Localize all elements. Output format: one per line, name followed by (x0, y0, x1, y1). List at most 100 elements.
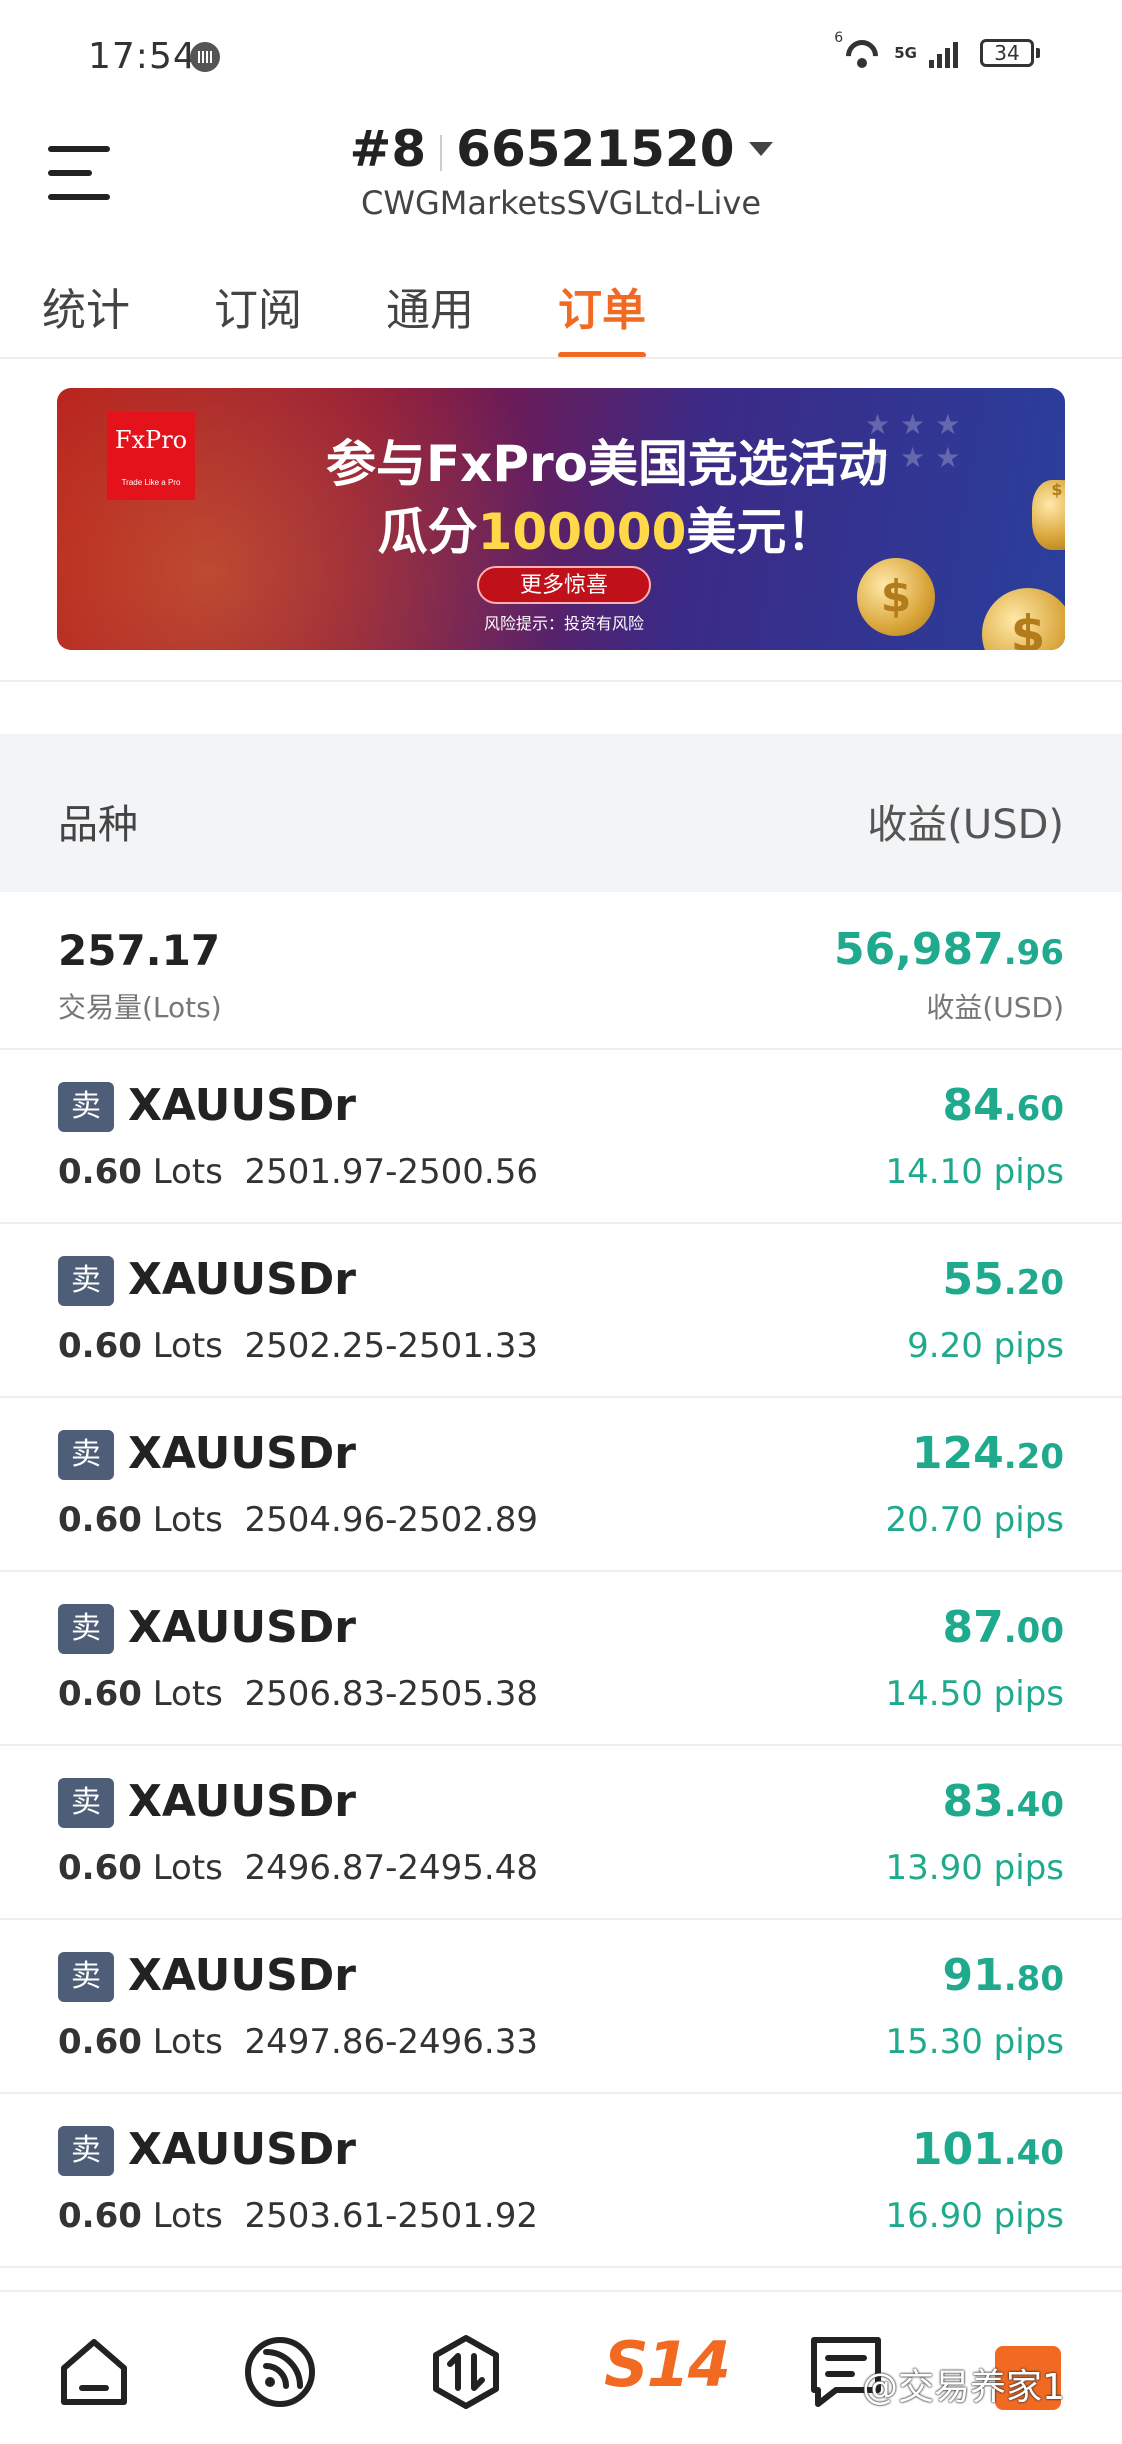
order-symbol: XAUUSDr (128, 1602, 356, 1653)
total-lots: 257.17 (58, 926, 221, 975)
total-profit-int: 56,987 (833, 924, 1004, 975)
order-symbol: XAUUSDr (128, 1776, 356, 1827)
tab-statistics[interactable]: 统计 (42, 274, 130, 338)
banner-title: 参与FxPro美国竞选活动 (325, 435, 889, 493)
nav-trade[interactable] (426, 2332, 506, 2412)
account-number: 66521520 (456, 120, 735, 178)
signal-icon (929, 38, 958, 68)
bottom-nav: S14 @交易养家1 (0, 2290, 1122, 2444)
coin-icon (982, 588, 1065, 650)
home-icon (61, 2339, 127, 2405)
order-profit-dec: .40 (1003, 2133, 1064, 2173)
order-price-range: 2497.86-2496.33 (244, 2022, 538, 2062)
order-lots-unit: Lots (152, 1848, 223, 1888)
order-profit-int: 101 (911, 2124, 1004, 2175)
banner-subtitle-suffix: 美元！ (686, 503, 837, 561)
account-prefix: #8 (349, 120, 427, 178)
order-lots: 0.60 (58, 1326, 142, 1366)
order-row[interactable]: 卖 XAUUSDr 0.60 Lots 2504.96-2502.89 124.… (0, 1398, 1122, 1572)
order-profit-int: 55 (942, 1254, 1004, 1305)
banner-amount: 100000 (477, 503, 687, 561)
nav-signals[interactable] (240, 2332, 320, 2412)
total-profit: 56,987.96 (834, 924, 1064, 975)
order-price-range: 2501.97-2500.56 (244, 1152, 538, 1192)
order-lots-unit: Lots (152, 1152, 223, 1192)
promo-banner[interactable]: ★★★ ★★★ FxPro Trade Like a Pro 参与FxPro美国竞… (57, 388, 1065, 650)
order-details: 0.60 Lots 2504.96-2502.89 (58, 1500, 538, 1540)
sell-badge: 卖 (58, 1952, 114, 2002)
order-price-range: 2506.83-2505.38 (244, 1674, 538, 1714)
total-profit-dec: .96 (1003, 933, 1064, 973)
order-pips: 14.50 pips (885, 1674, 1064, 1714)
order-profit: 101.40 (912, 2124, 1064, 2175)
order-row[interactable]: 卖 XAUUSDr 0.60 Lots 2501.97-2500.56 84.6… (0, 1050, 1122, 1224)
coin-icon (1032, 480, 1065, 550)
order-lots: 0.60 (58, 2196, 142, 2236)
order-row[interactable]: 卖 XAUUSDr 0.60 Lots 2503.61-2501.92 101.… (0, 2094, 1122, 2268)
order-profit-int: 91 (942, 1950, 1004, 2001)
order-profit: 124.20 (912, 1428, 1064, 1479)
more-surprises-button[interactable]: 更多惊喜 (477, 566, 651, 604)
order-price-range: 2503.61-2501.92 (244, 2196, 538, 2236)
order-lots-unit: Lots (152, 1326, 223, 1366)
sell-badge: 卖 (58, 1082, 114, 1132)
summary-row: 257.17 交易量(Lots) 56,987.96 收益(USD) (0, 892, 1122, 1050)
order-lots: 0.60 (58, 1152, 142, 1192)
order-symbol: XAUUSDr (128, 1080, 356, 1131)
status-icons: 6 5G 34 (834, 30, 1040, 70)
tab-orders[interactable]: 订单 (558, 274, 646, 338)
order-lots: 0.60 (58, 2022, 142, 2062)
order-pips: 16.90 pips (885, 2196, 1064, 2236)
order-row[interactable]: 卖 XAUUSDr 0.60 Lots 2496.87-2495.48 83.4… (0, 1746, 1122, 1920)
order-pips: 15.30 pips (885, 2022, 1064, 2062)
sell-badge: 卖 (58, 1430, 114, 1480)
order-details: 0.60 Lots 2506.83-2505.38 (58, 1674, 538, 1714)
recording-icon (190, 42, 220, 72)
sell-badge: 卖 (58, 2126, 114, 2176)
order-pips: 13.90 pips (885, 1848, 1064, 1888)
order-profit-dec: .20 (1003, 1437, 1064, 1477)
order-pips: 20.70 pips (885, 1500, 1064, 1540)
tab-subscription[interactable]: 订阅 (214, 274, 302, 338)
account-selector[interactable]: #8 66521520 (0, 120, 1122, 178)
banner-subtitle: 瓜分100000美元！ (257, 492, 957, 564)
order-lots: 0.60 (58, 1848, 142, 1888)
order-profit-dec: .40 (1003, 1785, 1064, 1825)
status-time: 17:54 (88, 36, 197, 77)
wifi-label: 6 (834, 30, 844, 46)
order-lots-unit: Lots (152, 2196, 223, 2236)
status-bar: 17:54 6 5G 34 (0, 0, 1122, 110)
tab-general[interactable]: 通用 (386, 274, 474, 338)
order-details: 0.60 Lots 2503.61-2501.92 (58, 2196, 538, 2236)
order-row[interactable]: 卖 XAUUSDr 0.60 Lots 2502.25-2501.33 55.2… (0, 1224, 1122, 1398)
order-pips: 14.10 pips (885, 1152, 1064, 1192)
order-profit-dec: .60 (1003, 1089, 1064, 1129)
risk-warning: 风险提示：投资有风险 (483, 614, 644, 633)
chevron-down-icon[interactable] (748, 141, 773, 156)
nav-home[interactable] (54, 2332, 134, 2412)
column-symbol: 品种 (58, 802, 138, 848)
order-symbol: XAUUSDr (128, 2124, 356, 2175)
order-price-range: 2496.87-2495.48 (244, 1848, 538, 1888)
order-symbol: XAUUSDr (128, 1254, 356, 1305)
order-row[interactable]: 卖 XAUUSDr 0.60 Lots 2506.83-2505.38 87.0… (0, 1572, 1122, 1746)
order-profit: 83.40 (943, 1776, 1064, 1827)
order-profit: 87.00 (943, 1602, 1064, 1653)
watermark: @交易养家1 (862, 2367, 1065, 2408)
fxpro-logo: FxPro Trade Like a Pro (107, 412, 195, 500)
battery-icon: 34 (980, 39, 1040, 67)
order-row[interactable]: 卖 XAUUSDr 0.60 Lots 2497.86-2496.33 91.8… (0, 1920, 1122, 2094)
trade-icon (433, 2335, 499, 2409)
divider (0, 357, 1122, 359)
order-lots-unit: Lots (152, 1500, 223, 1540)
column-profit: 收益(USD) (867, 802, 1064, 848)
order-symbol: XAUUSDr (128, 1950, 356, 2001)
order-profit: 55.20 (943, 1254, 1064, 1305)
logo-tagline: Trade Like a Pro (121, 478, 181, 487)
order-profit-dec: .20 (1003, 1263, 1064, 1303)
order-symbol: XAUUSDr (128, 1428, 356, 1479)
total-profit-label: 收益(USD) (926, 991, 1064, 1024)
order-price-range: 2502.25-2501.33 (244, 1326, 538, 1366)
nav-s14[interactable]: S14 (604, 2328, 731, 2401)
wifi-icon: 6 (834, 30, 882, 70)
